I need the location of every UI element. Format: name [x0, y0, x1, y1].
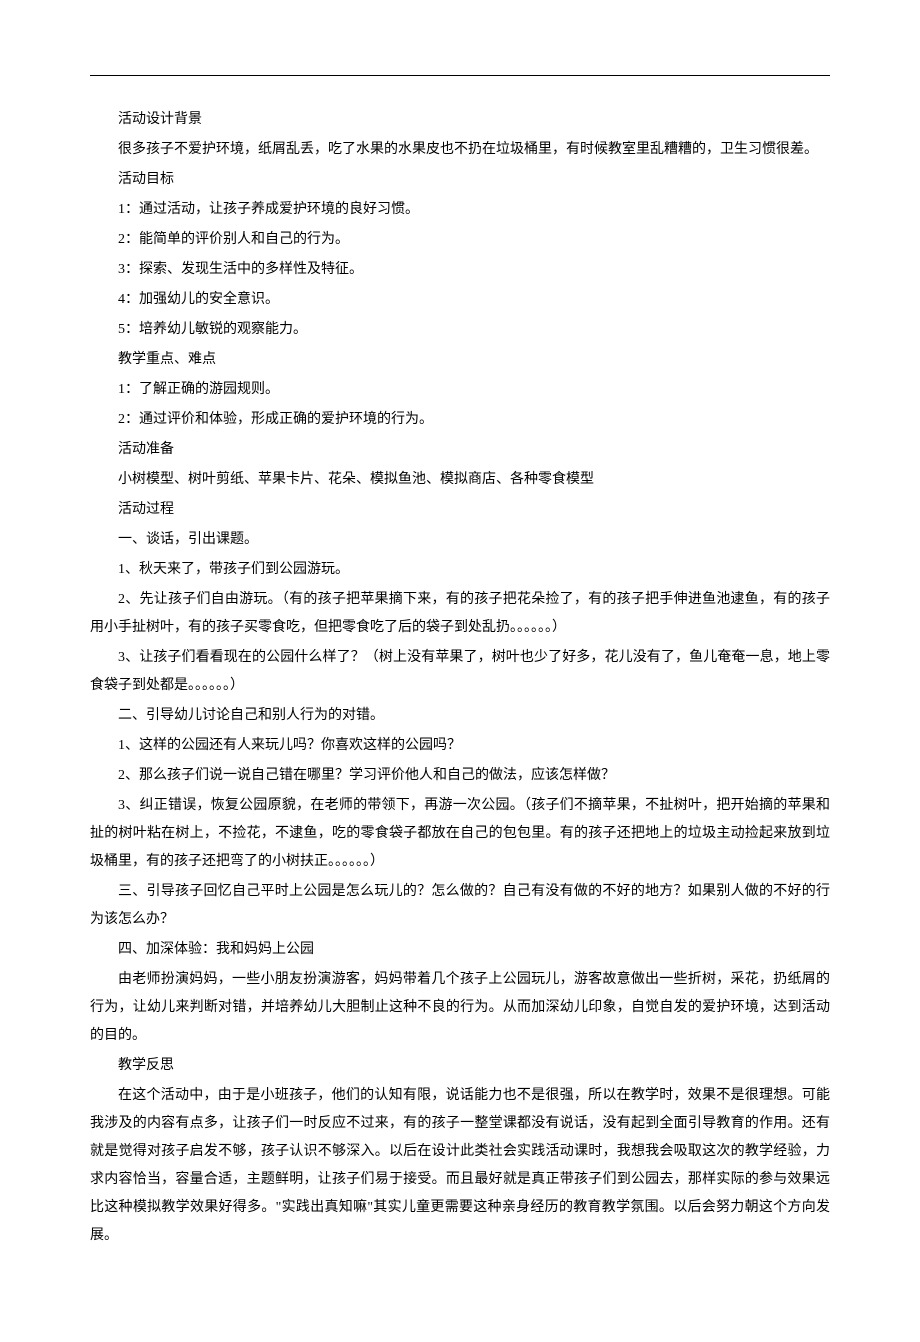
process-step-2-item-2: 2、那么孩子们说一说自己错在哪里？学习评价他人和自己的做法，应该怎样做？: [90, 762, 830, 790]
process-step-3-title: 三、引导孩子回忆自己平时上公园是怎么玩儿的？怎么做的？自己有没有做的不好的地方？…: [90, 878, 830, 934]
goal-item-4: 4：加强幼儿的安全意识。: [90, 286, 830, 314]
keypoint-item-1: 1：了解正确的游园规则。: [90, 376, 830, 404]
process-step-2-item-3: 3、纠正错误，恢复公园原貌，在老师的带领下，再游一次公园。（孩子们不摘苹果，不扯…: [90, 792, 830, 876]
process-step-2-title: 二、引导幼儿讨论自己和别人行为的对错。: [90, 702, 830, 730]
process-step-1-title: 一、谈话，引出课题。: [90, 526, 830, 554]
goal-item-2: 2：能简单的评价别人和自己的行为。: [90, 226, 830, 254]
section-keypoints-title: 教学重点、难点: [90, 346, 830, 374]
keypoint-item-2: 2：通过评价和体验，形成正确的爱护环境的行为。: [90, 406, 830, 434]
section-process-title: 活动过程: [90, 496, 830, 524]
goal-item-3: 3：探索、发现生活中的多样性及特征。: [90, 256, 830, 284]
goal-item-1: 1：通过活动，让孩子养成爱护环境的良好习惯。: [90, 196, 830, 224]
section-goals-title: 活动目标: [90, 166, 830, 194]
process-step-1-item-2: 2、先让孩子们自由游玩。（有的孩子把苹果摘下来，有的孩子把花朵捡了，有的孩子把手…: [90, 586, 830, 642]
section-background-title: 活动设计背景: [90, 106, 830, 134]
process-step-4-content: 由老师扮演妈妈，一些小朋友扮演游客，妈妈带着几个孩子上公园玩儿，游客故意做出一些…: [90, 966, 830, 1050]
process-step-2-item-1: 1、这样的公园还有人来玩儿吗？你喜欢这样的公园吗？: [90, 732, 830, 760]
section-reflection-title: 教学反思: [90, 1052, 830, 1080]
preparation-content: 小树模型、树叶剪纸、苹果卡片、花朵、模拟鱼池、模拟商店、各种零食模型: [90, 466, 830, 494]
top-divider: [90, 75, 830, 76]
process-step-4-title: 四、加深体验：我和妈妈上公园: [90, 936, 830, 964]
section-preparation-title: 活动准备: [90, 436, 830, 464]
process-step-1-item-1: 1、秋天来了，带孩子们到公园游玩。: [90, 556, 830, 584]
process-step-1-item-3: 3、让孩子们看看现在的公园什么样了？（树上没有苹果了，树叶也少了好多，花儿没有了…: [90, 644, 830, 700]
reflection-content: 在这个活动中，由于是小班孩子，他们的认知有限，说话能力也不是很强，所以在教学时，…: [90, 1082, 830, 1250]
section-background-content: 很多孩子不爱护环境，纸屑乱丢，吃了水果的水果皮也不扔在垃圾桶里，有时候教室里乱糟…: [90, 136, 830, 164]
goal-item-5: 5：培养幼儿敏锐的观察能力。: [90, 316, 830, 344]
